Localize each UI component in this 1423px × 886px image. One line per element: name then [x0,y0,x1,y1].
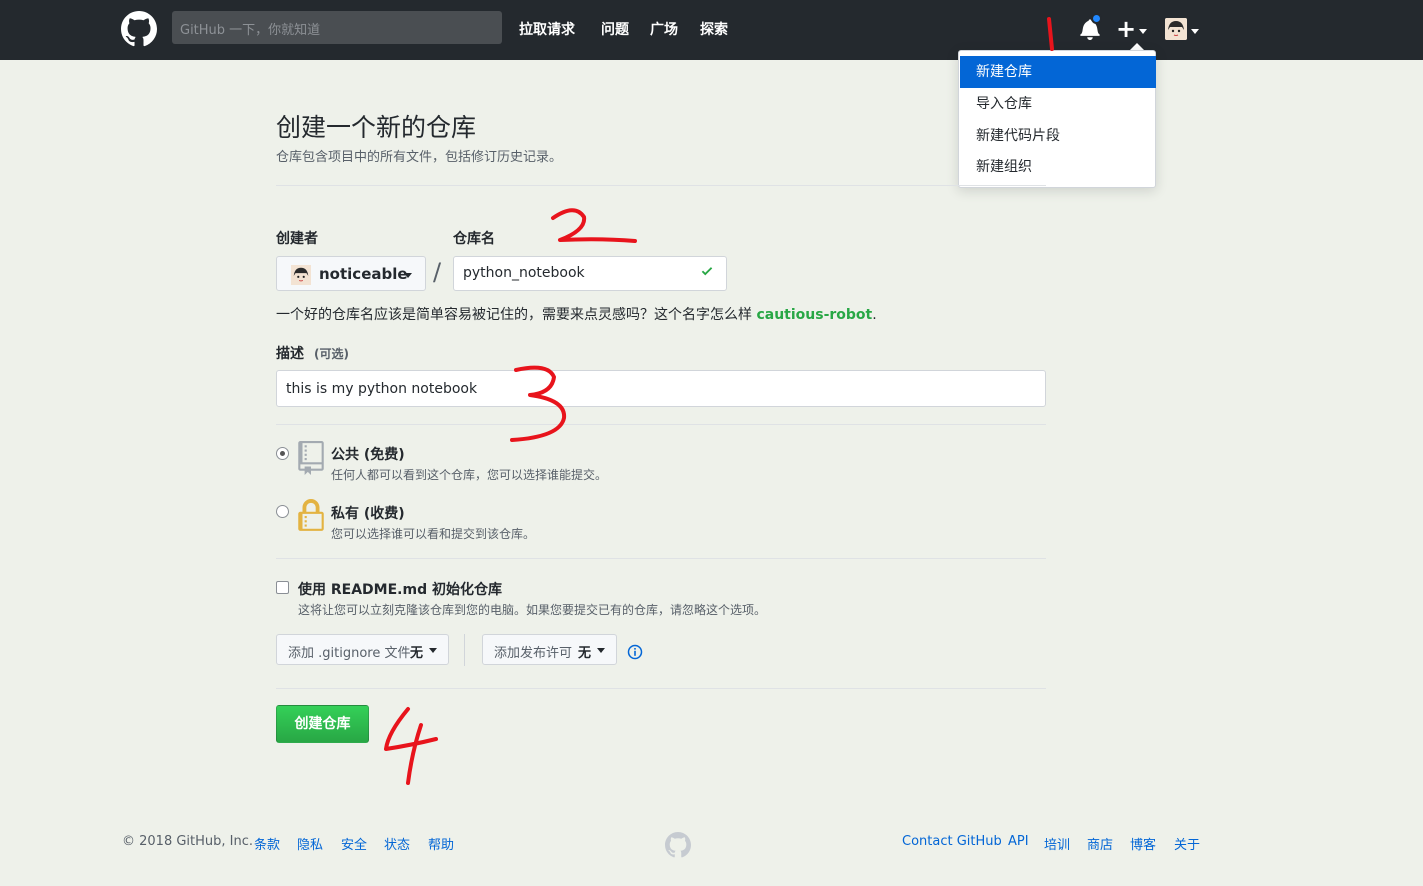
readme-option-desc: 这将让您可以立刻克隆该仓库到您的电脑。如果您要提交已有的仓库，请忽略这个选项。 [298,603,767,617]
unread-indicator [1091,13,1102,24]
annotation-step-4 [384,707,438,785]
step-annotations [384,17,1054,785]
description-label: 描述 [276,346,304,362]
footer-link-blog[interactable]: 博客 [1130,834,1156,853]
public-radio[interactable] [276,447,289,460]
divider [464,634,465,666]
chevron-down-icon [404,273,412,278]
avatar[interactable] [1165,18,1187,40]
description-input[interactable]: this is my python notebook [276,370,1046,407]
top-header: GitHub 一下，你就知道 拉取请求 问题 广场 探索 + [0,0,1423,60]
divider [276,424,1046,425]
public-option-title: 公共 (免费) [331,447,405,463]
footer-link-privacy[interactable]: 隐私 [297,834,323,853]
footer-link-about[interactable]: 关于 [1174,834,1200,853]
chevron-down-icon[interactable] [1191,29,1199,34]
chevron-down-icon[interactable] [1139,29,1147,34]
footer-link-help[interactable]: 帮助 [428,834,454,853]
nav-marketplace[interactable]: 广场 [650,19,678,39]
private-option-desc: 您可以选择谁可以看和提交到该仓库。 [331,527,536,541]
annotation-step-2 [551,208,637,243]
nav-explore[interactable]: 探索 [700,19,728,39]
create-new-menu: 新建仓库 导入仓库 新建代码片段 新建组织 [958,50,1156,188]
footer-copyright: © 2018 GitHub, Inc. [122,834,254,849]
private-radio[interactable] [276,505,289,518]
license-label: 添加发布许可 [494,646,573,661]
plus-icon[interactable]: + [1116,14,1136,44]
slash-separator: / [433,258,442,286]
footer-link-contact[interactable]: Contact GitHub [902,834,1002,849]
private-option-title: 私有 (收费) [331,506,405,522]
repo-name-label: 仓库名 [453,231,495,247]
search-input[interactable]: GitHub 一下，你就知道 [172,11,502,44]
menu-item-new-gist[interactable]: 新建代码片段 [960,120,1156,152]
menu-item-new-repository[interactable]: 新建仓库 [960,56,1156,88]
avatar [291,265,311,285]
suggested-name-link[interactable]: cautious-robot [756,307,872,323]
description-value: this is my python notebook [286,381,478,397]
search-placeholder: GitHub 一下，你就知道 [180,23,321,38]
public-option-desc: 任何人都可以看到这个仓库，您可以选择谁能提交。 [331,468,608,482]
check-icon [701,267,713,276]
nav-issues[interactable]: 问题 [601,19,629,39]
page-subtitle: 仓库包含项目中的所有文件，包括修订历史记录。 [276,150,563,165]
footer-link-terms[interactable]: 条款 [254,834,280,853]
repo-name-input[interactable]: python_notebook [453,256,727,291]
menu-item-new-organization[interactable]: 新建组织 [960,151,1156,183]
github-mark-icon[interactable] [665,832,691,858]
description-optional: (可选) [314,347,349,361]
readme-option-title: 使用 README.md 初始化仓库 [298,582,502,598]
chevron-down-icon [429,648,437,653]
gitignore-select[interactable]: 添加 .gitignore 文件 无 [276,634,449,665]
dropdown-arrow [1130,43,1144,50]
lock-icon [298,499,324,531]
info-icon[interactable] [627,644,643,660]
divider [276,558,1046,559]
footer-link-api[interactable]: API [1008,834,1029,849]
footer-link-shop[interactable]: 商店 [1087,834,1113,853]
owner-select[interactable]: noticeable [276,256,426,291]
owner-label: 创建者 [276,231,318,247]
footer-link-security[interactable]: 安全 [341,834,367,853]
chevron-down-icon [597,648,605,653]
nav-pull-requests[interactable]: 拉取请求 [519,19,575,39]
divider [276,688,1046,689]
gitignore-value: 无 [410,646,424,661]
gitignore-label: 添加 .gitignore 文件 [288,646,411,661]
page-title: 创建一个新的仓库 [276,113,477,142]
owner-name: noticeable [319,265,408,283]
license-select[interactable]: 添加发布许可 无 [482,634,617,665]
divider [276,185,1046,186]
repo-name-hint: 一个好的仓库名应该是简单容易被记住的，需要来点灵感吗？这个名字怎么样 cauti… [276,307,877,323]
create-repository-button[interactable]: 创建仓库 [276,705,369,743]
license-value: 无 [578,646,592,661]
github-logo-icon[interactable] [121,11,157,47]
footer-link-status[interactable]: 状态 [384,834,410,853]
readme-checkbox[interactable] [276,581,289,594]
repo-book-icon [298,441,324,475]
repo-name-value: python_notebook [463,265,585,281]
menu-item-import-repository[interactable]: 导入仓库 [960,88,1156,120]
footer-link-training[interactable]: 培训 [1044,834,1070,853]
